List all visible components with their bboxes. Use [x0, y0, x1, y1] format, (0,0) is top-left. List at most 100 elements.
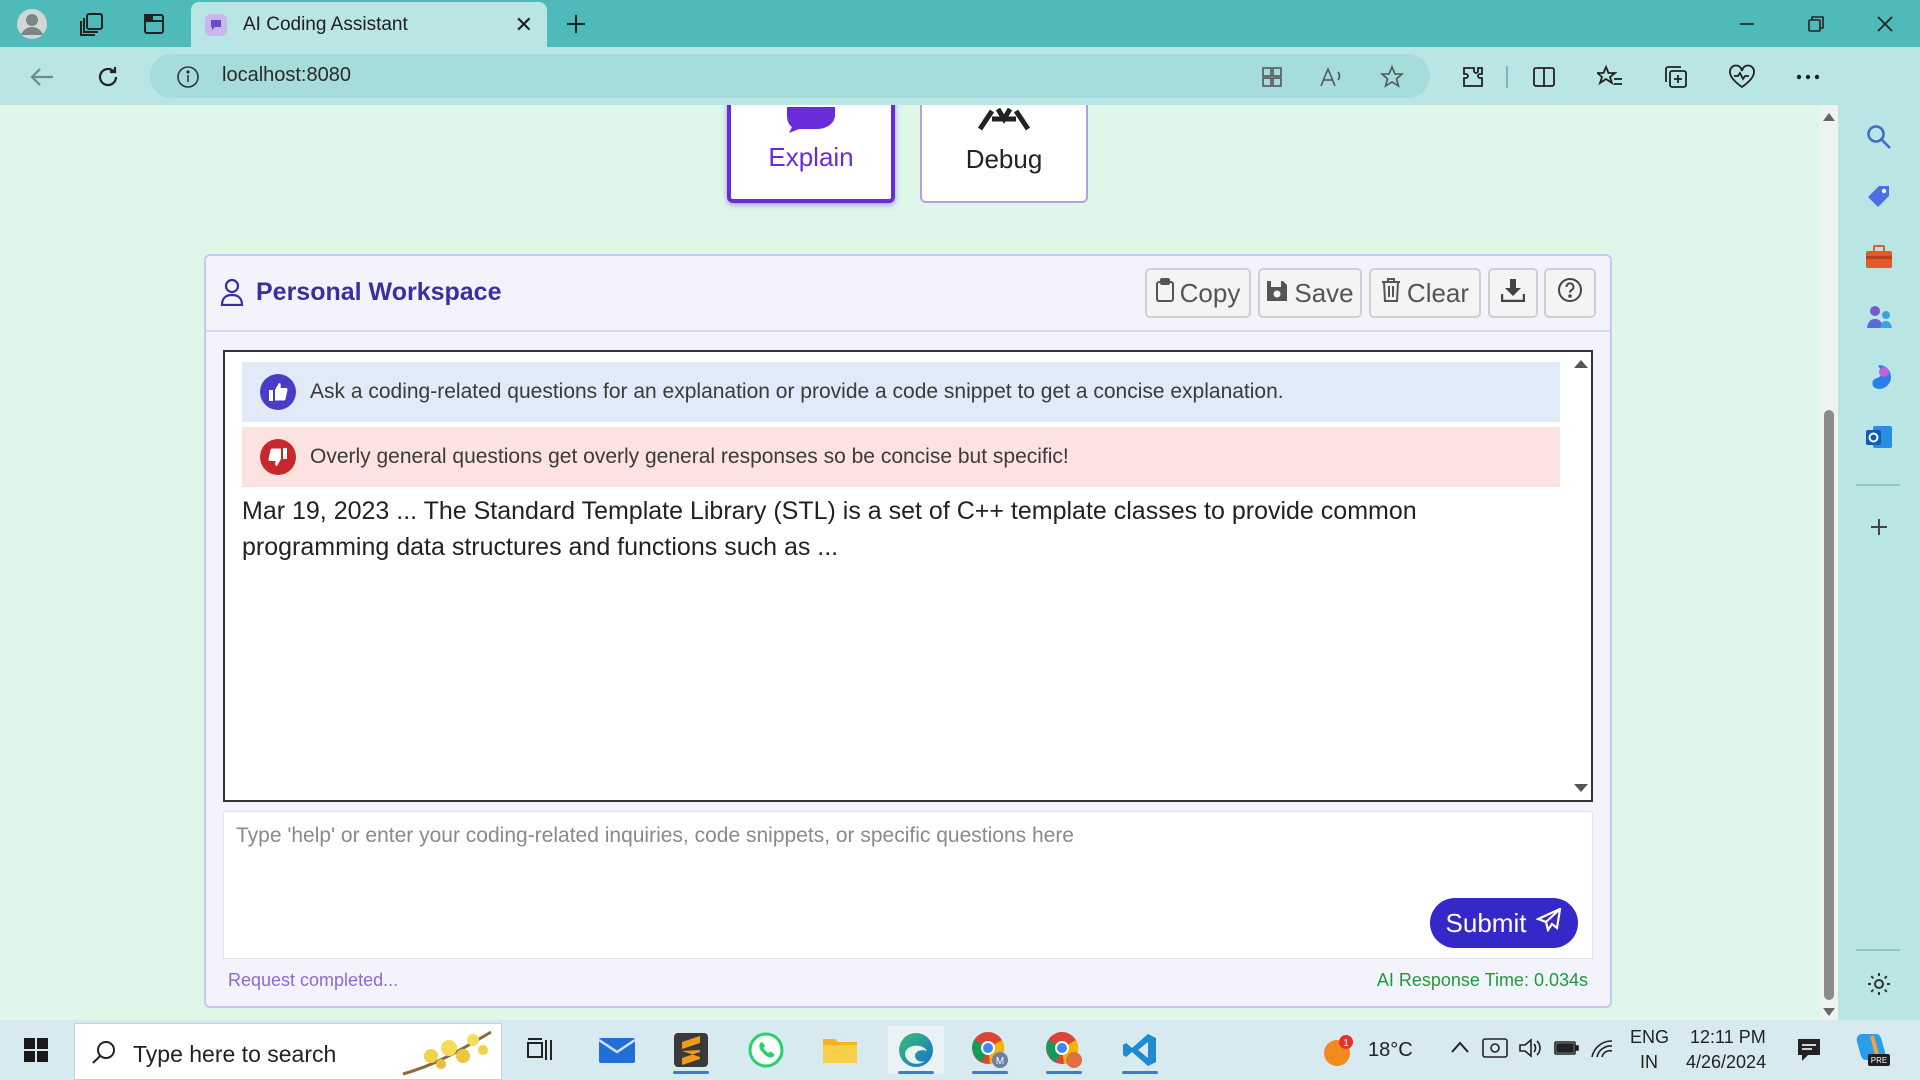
- bug-icon: [974, 105, 1034, 138]
- tab-ai-coding-assistant[interactable]: AI Coding Assistant ✕: [191, 2, 547, 47]
- battery-icon[interactable]: [1554, 1040, 1580, 1061]
- trash-icon: [1381, 277, 1401, 309]
- whatsapp-icon[interactable]: [738, 1026, 794, 1074]
- page-scroll-thumb[interactable]: [1824, 410, 1834, 1000]
- new-tab-icon[interactable]: [558, 6, 594, 42]
- collections-icon[interactable]: [1656, 57, 1696, 97]
- request-status-text: Request completed...: [228, 970, 399, 990]
- notifications-icon[interactable]: [1796, 1037, 1822, 1068]
- close-window-icon[interactable]: [1860, 6, 1910, 42]
- download-button[interactable]: [1488, 268, 1538, 318]
- edge-active-indicator: [898, 1071, 934, 1074]
- chrome-profile-m-icon[interactable]: M: [962, 1026, 1018, 1074]
- warning-alert: Overly general questions get overly gene…: [242, 427, 1560, 487]
- windows-start-icon[interactable]: [8, 1026, 64, 1074]
- app-available-icon[interactable]: [1258, 63, 1286, 91]
- debug-mode-label: Debug: [965, 144, 1043, 174]
- file-explorer-icon[interactable]: [812, 1026, 868, 1074]
- response-output-panel[interactable]: Ask a coding-related questions for an ex…: [223, 350, 1593, 802]
- profile-avatar-icon[interactable]: [14, 6, 50, 42]
- download-icon: [1500, 278, 1526, 309]
- output-scrollbar[interactable]: [1569, 352, 1591, 800]
- more-options-icon[interactable]: [1788, 57, 1828, 97]
- back-arrow-icon[interactable]: [22, 57, 62, 97]
- taskbar-search-box[interactable]: Type here to search: [74, 1023, 502, 1080]
- vscode-running-indicator: [1122, 1071, 1158, 1074]
- personal-workspace-card: Personal Workspace Copy Save Clear Ask a…: [204, 254, 1612, 1008]
- explain-mode-button[interactable]: Explain: [727, 105, 895, 203]
- url-text[interactable]: localhost:8080: [222, 64, 351, 87]
- copy-button[interactable]: Copy: [1145, 268, 1251, 318]
- ai-response-text: Mar 19, 2023 ... The Standard Template L…: [242, 497, 1417, 561]
- site-info-icon[interactable]: [176, 65, 200, 94]
- chrome-m-running-indicator: [972, 1071, 1008, 1074]
- send-paper-plane-icon: [1535, 906, 1562, 939]
- sidebar-divider: [1856, 484, 1900, 486]
- taskbar-search-icon: [91, 1039, 117, 1070]
- thumbs-up-icon: [260, 374, 296, 410]
- debug-mode-button[interactable]: Debug: [920, 105, 1088, 203]
- sublime-text-icon[interactable]: [663, 1026, 719, 1074]
- query-input[interactable]: [236, 824, 1536, 848]
- clock-date[interactable]: 4/26/2024: [1686, 1052, 1766, 1073]
- question-circle-icon: [1557, 277, 1583, 310]
- page-scroll-down-icon[interactable]: [1823, 1008, 1835, 1016]
- refresh-icon[interactable]: [88, 57, 128, 97]
- sidebar-outlook-icon[interactable]: [1859, 417, 1899, 457]
- show-hidden-icons-chevron-icon[interactable]: [1450, 1040, 1470, 1059]
- region-indicator[interactable]: IN: [1640, 1052, 1658, 1073]
- page-scrollbar[interactable]: [1820, 105, 1838, 1020]
- browser-toolbar: localhost:8080: [0, 47, 1920, 105]
- extensions-icon[interactable]: [1453, 57, 1493, 97]
- volume-speaker-icon[interactable]: [1518, 1037, 1542, 1064]
- scroll-up-arrow-icon[interactable]: [1574, 360, 1588, 368]
- task-view-icon[interactable]: [512, 1026, 568, 1074]
- save-label: Save: [1294, 277, 1354, 308]
- sidebar-settings-gear-icon[interactable]: [1859, 964, 1899, 1004]
- wifi-icon[interactable]: [1590, 1037, 1614, 1064]
- sidebar-search-icon[interactable]: [1859, 117, 1899, 157]
- workspaces-icon[interactable]: [74, 6, 110, 42]
- tab-title: AI Coding Assistant: [243, 13, 408, 35]
- clock-time[interactable]: 12:11 PM: [1690, 1027, 1766, 1048]
- mail-app-icon[interactable]: [589, 1026, 645, 1074]
- submit-label: Submit: [1445, 907, 1527, 938]
- warning-alert-text: Overly general questions get overly gene…: [310, 445, 1069, 468]
- help-button[interactable]: [1544, 268, 1596, 318]
- browser-essentials-icon[interactable]: [1722, 57, 1762, 97]
- split-screen-icon[interactable]: [1524, 57, 1564, 97]
- vscode-icon[interactable]: [1112, 1026, 1168, 1074]
- sidebar-games-icon[interactable]: [1859, 297, 1899, 337]
- explain-mode-label: Explain: [768, 142, 854, 172]
- copy-label: Copy: [1179, 277, 1241, 308]
- restore-window-icon[interactable]: [1791, 6, 1841, 42]
- search-highlight-flowers-icon: [401, 1026, 497, 1080]
- read-aloud-icon[interactable]: [1318, 63, 1346, 91]
- minimize-window-icon[interactable]: [1722, 6, 1772, 42]
- scroll-down-arrow-icon[interactable]: [1574, 784, 1588, 792]
- address-bar[interactable]: localhost:8080: [150, 54, 1430, 98]
- favorite-star-icon[interactable]: [1378, 63, 1406, 91]
- favorites-icon[interactable]: [1590, 57, 1630, 97]
- weather-temperature[interactable]: 18°C: [1368, 1039, 1413, 1062]
- clear-button[interactable]: Clear: [1369, 268, 1481, 318]
- copilot-preview-icon[interactable]: PRE: [1852, 1032, 1892, 1073]
- sidebar-shopping-tag-icon[interactable]: [1859, 177, 1899, 217]
- chrome-profile-icon[interactable]: [1036, 1026, 1092, 1074]
- edge-browser-icon[interactable]: [888, 1026, 944, 1074]
- tab-actions-icon[interactable]: [136, 6, 172, 42]
- submit-button[interactable]: Submit: [1430, 898, 1578, 948]
- sidebar-tools-briefcase-icon[interactable]: [1859, 237, 1899, 277]
- tab-close-icon[interactable]: ✕: [515, 12, 533, 38]
- sidebar-add-icon[interactable]: [1859, 507, 1899, 547]
- page-scroll-up-icon[interactable]: [1823, 113, 1835, 121]
- sidebar-copilot-icon[interactable]: [1859, 357, 1899, 397]
- workspace-header: Personal Workspace Copy Save Clear: [206, 256, 1610, 332]
- meet-now-icon[interactable]: [1482, 1036, 1508, 1065]
- weather-sun-icon[interactable]: 1: [1320, 1034, 1354, 1073]
- taskbar-search-placeholder: Type here to search: [133, 1041, 337, 1067]
- save-button[interactable]: Save: [1258, 268, 1362, 318]
- response-time-text: AI Response Time: 0.034s: [1376, 970, 1588, 990]
- language-indicator[interactable]: ENG: [1630, 1027, 1669, 1048]
- query-input-area[interactable]: Submit: [223, 811, 1593, 959]
